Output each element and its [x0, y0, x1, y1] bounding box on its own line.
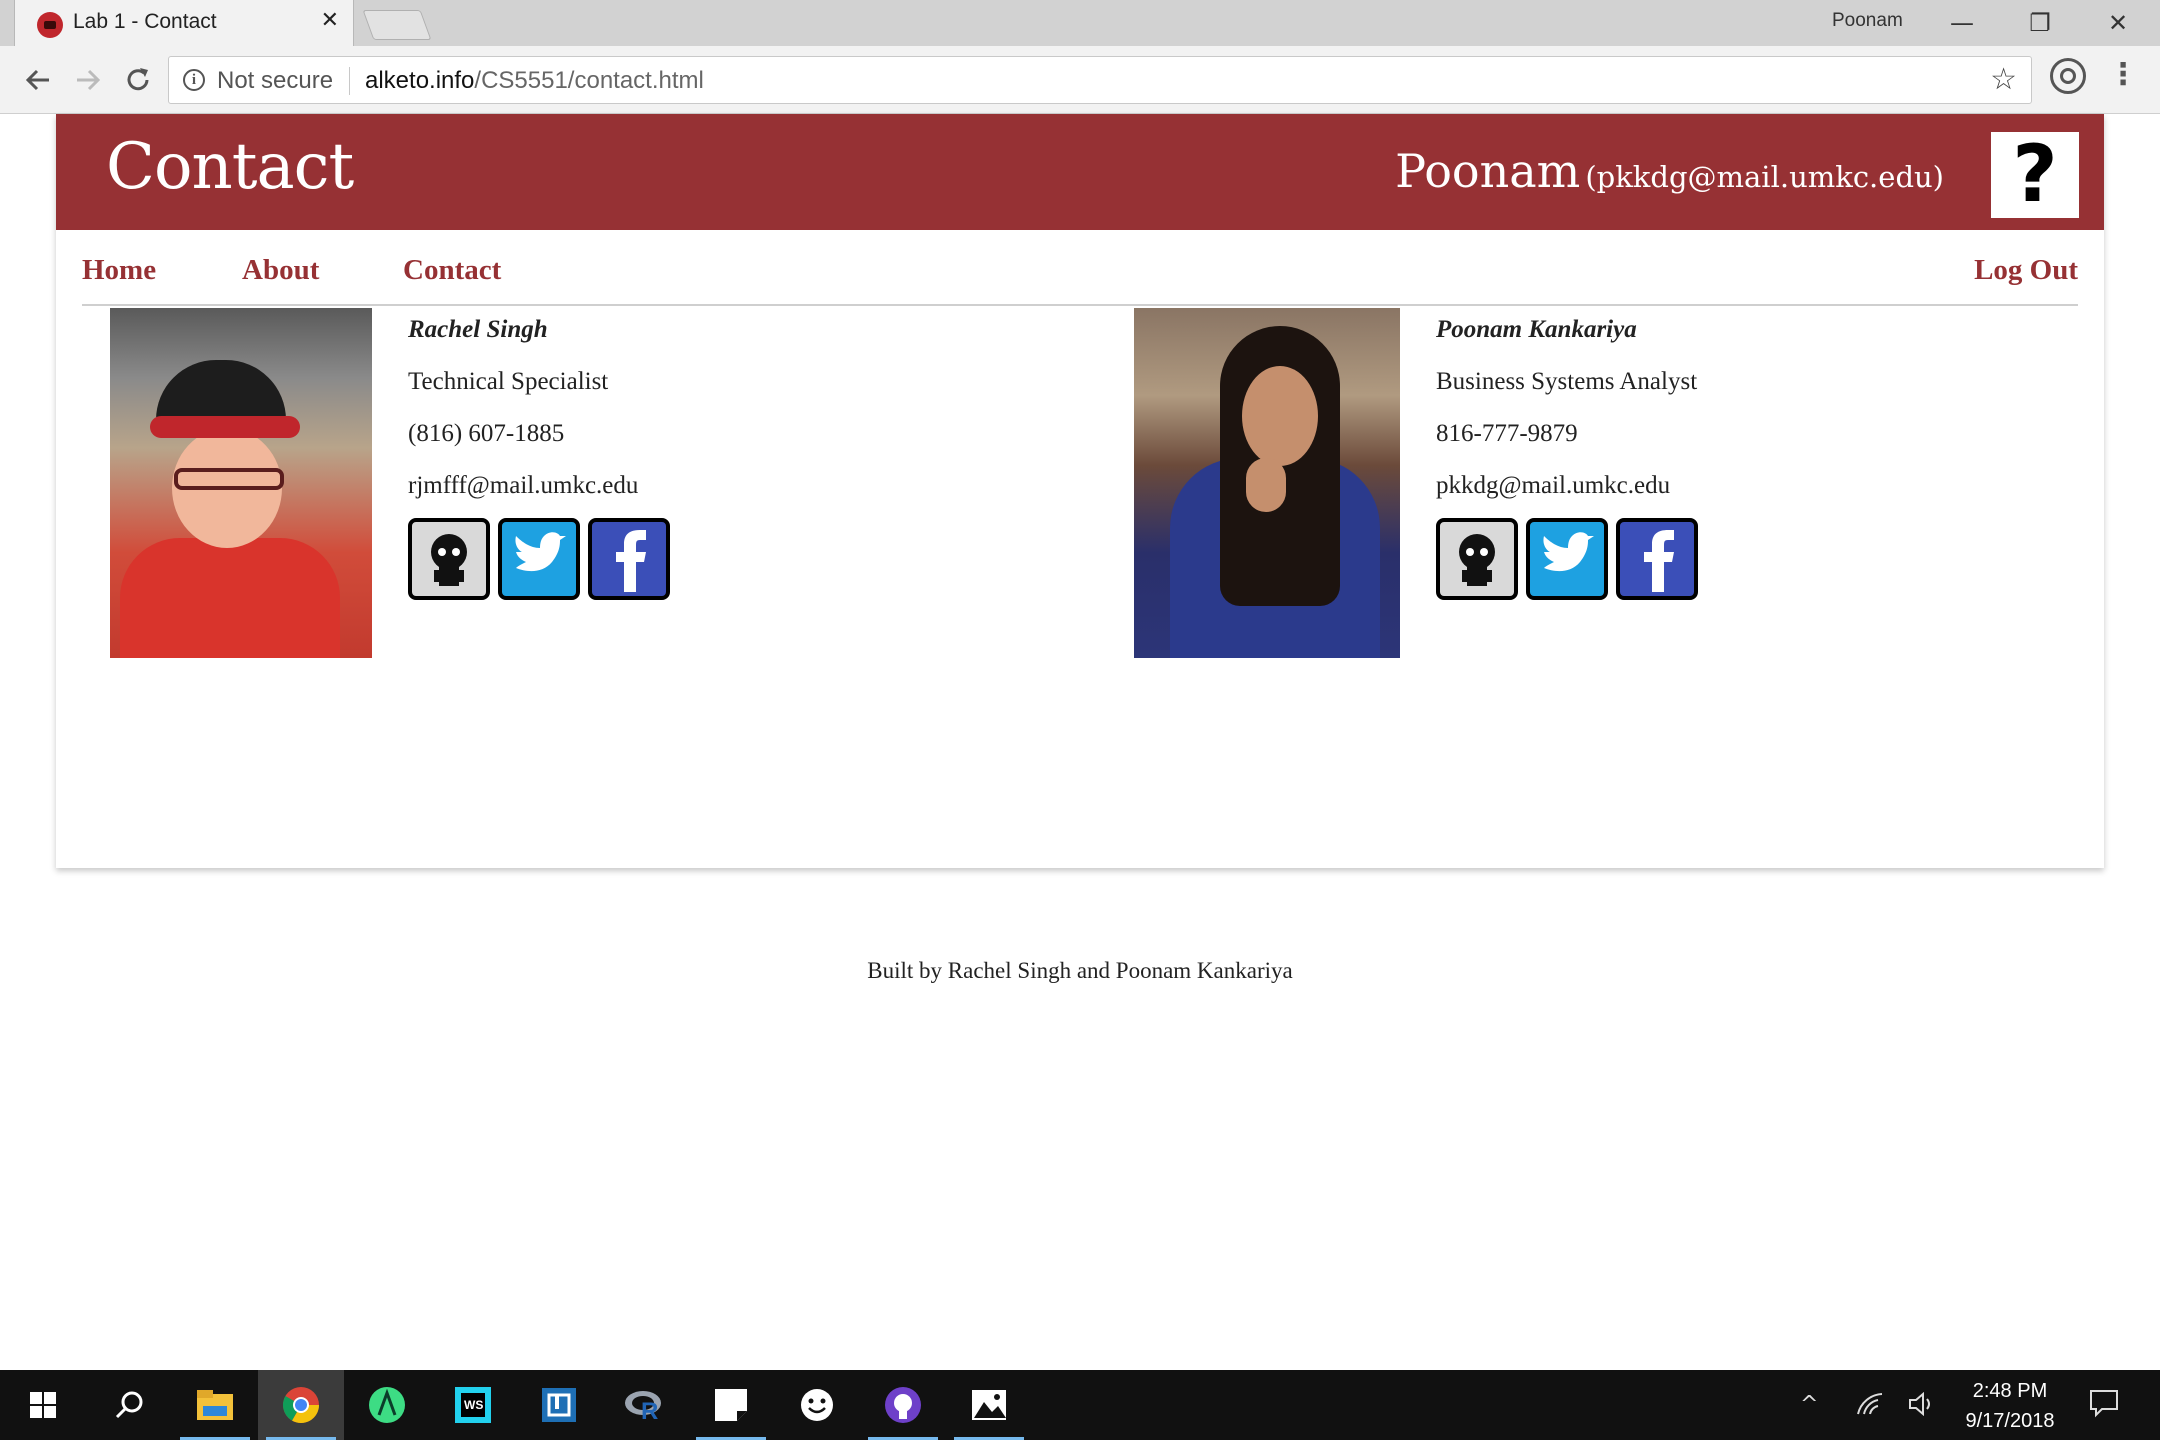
tab-close-icon[interactable]: ✕ [321, 8, 339, 33]
search-icon[interactable] [86, 1370, 172, 1440]
chrome-icon[interactable] [258, 1370, 344, 1440]
volume-icon[interactable] [1908, 1391, 1936, 1422]
twitter-icon[interactable] [1526, 518, 1608, 600]
contact-photo-rachel [110, 308, 372, 658]
system-clock[interactable]: 2:48 PM 9/17/2018 [1940, 1376, 2080, 1436]
webstorm-icon[interactable]: WS [430, 1370, 516, 1440]
photo-shape [1242, 366, 1318, 466]
minimize-button[interactable]: — [1924, 0, 2000, 46]
facebook-icon[interactable] [1616, 518, 1698, 600]
taskbar: WS R ^ 2:48 PM 9/17/2018 [0, 1370, 2160, 1440]
browser-titlebar: Lab 1 - Contact ✕ Poonam — ❐ ✕ [0, 0, 2160, 46]
clock-time: 2:48 PM [1972, 1380, 2048, 1402]
help-icon: ? [2012, 130, 2058, 220]
user-name: Poonam [1395, 144, 1581, 198]
browser-tab[interactable]: Lab 1 - Contact ✕ [14, 0, 354, 46]
github-desktop-icon[interactable] [860, 1370, 946, 1440]
twitter-icon[interactable] [498, 518, 580, 600]
security-label[interactable]: Not secure [217, 67, 333, 95]
url-host: alketo.info [365, 67, 475, 94]
photo-shape [150, 416, 300, 438]
main-card: Contact Poonam (pkkdg@mail.umkc.edu) ? H… [56, 114, 2104, 868]
photo-shape [174, 468, 284, 490]
start-icon[interactable] [0, 1370, 86, 1440]
facebook-icon[interactable] [588, 518, 670, 600]
github-icon[interactable] [408, 518, 490, 600]
android-studio-icon[interactable] [344, 1370, 430, 1440]
back-arrow-icon[interactable] [18, 60, 58, 100]
help-button[interactable]: ? [1991, 132, 2079, 218]
contact-title: Business Systems Analyst [1436, 368, 1698, 395]
contact-name: Rachel Singh [408, 316, 548, 343]
reload-icon[interactable] [118, 60, 158, 100]
nav-about-link[interactable]: About [242, 254, 319, 287]
site-header: Contact Poonam (pkkdg@mail.umkc.edu) ? [56, 114, 2104, 230]
url-path: /CS5551/contact.html [474, 67, 704, 94]
nav-home-link[interactable]: Home [82, 254, 156, 287]
contact-photo-poonam [1134, 308, 1400, 658]
browser-toolbar: i Not secure alketo.info/CS5551/contact.… [0, 46, 2160, 114]
nav-contact-link[interactable]: Contact [403, 254, 501, 287]
close-window-button[interactable]: ✕ [2080, 0, 2156, 46]
app-icon[interactable] [516, 1370, 602, 1440]
chevron-up-icon[interactable]: ^ [1800, 1392, 1818, 1417]
profile-name[interactable]: Poonam [1832, 10, 1903, 32]
contact-title: Technical Specialist [408, 368, 609, 395]
smiley-icon[interactable] [774, 1370, 860, 1440]
sticky-notes-icon[interactable] [688, 1370, 774, 1440]
contact-email: pkkdg@mail.umkc.edu [1436, 472, 1671, 499]
forward-arrow-icon[interactable] [68, 60, 108, 100]
tab-title: Lab 1 - Contact [73, 10, 217, 33]
social-links [408, 518, 678, 602]
photos-icon[interactable] [946, 1370, 1032, 1440]
info-icon[interactable]: i [183, 69, 205, 91]
notifications-icon[interactable] [2088, 1388, 2120, 1424]
browser-menu-icon[interactable]: ⋮ [2108, 60, 2138, 90]
url-divider [349, 67, 350, 95]
svg-text:R: R [641, 1398, 658, 1423]
url-text[interactable]: alketo.info/CS5551/contact.html [365, 67, 704, 95]
restore-button[interactable]: ❐ [2002, 0, 2078, 46]
site-favicon-icon [37, 12, 63, 38]
page-title: Contact [106, 130, 354, 204]
page-content: Contact Poonam (pkkdg@mail.umkc.edu) ? H… [0, 114, 2160, 1370]
address-bar[interactable]: i Not secure alketo.info/CS5551/contact.… [168, 56, 2032, 104]
social-links [1436, 518, 1706, 602]
contact-email: rjmfff@mail.umkc.edu [408, 472, 639, 499]
user-email: (pkkdg@mail.umkc.edu) [1585, 160, 1944, 194]
wifi-icon[interactable] [1856, 1392, 1884, 1422]
photo-shape [120, 538, 340, 658]
extension-icon[interactable] [2050, 58, 2086, 94]
file-explorer-icon[interactable] [172, 1370, 258, 1440]
logout-link[interactable]: Log Out [1974, 254, 2078, 287]
footer-credit: Built by Rachel Singh and Poonam Kankari… [867, 958, 1293, 983]
clock-date: 9/17/2018 [1965, 1410, 2055, 1432]
r-icon[interactable]: R [602, 1370, 688, 1440]
user-info: Poonam (pkkdg@mail.umkc.edu) [1395, 144, 1944, 198]
site-nav: Home About Contact Log Out [82, 254, 2078, 306]
github-icon[interactable] [1436, 518, 1518, 600]
new-tab-button[interactable] [362, 10, 432, 40]
bookmark-star-icon[interactable]: ☆ [1990, 62, 2017, 97]
contact-name: Poonam Kankariya [1436, 316, 1637, 343]
contact-phone: 816-777-9879 [1436, 420, 1578, 447]
svg-text:WS: WS [464, 1398, 483, 1412]
photo-shape [1246, 458, 1286, 512]
contact-phone: (816) 607-1885 [408, 420, 565, 447]
